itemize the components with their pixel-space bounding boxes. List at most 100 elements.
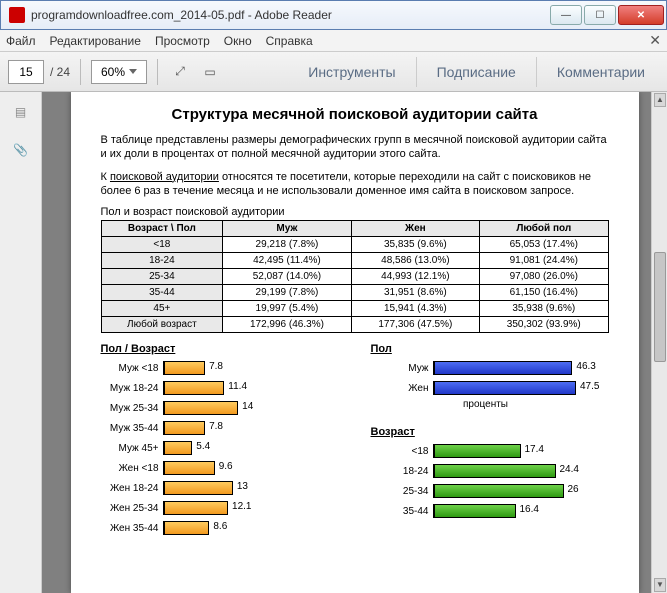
bar-row: Муж 45+ 5.4 [101, 439, 341, 457]
bar-fill [434, 484, 564, 498]
th-male: Муж [223, 221, 351, 237]
audience-table: Возраст \ Пол Муж Жен Любой пол <1829,21… [101, 220, 609, 333]
cell-any: 350,302 (93.9%) [480, 317, 608, 333]
reading-mode-icon[interactable]: ▭ [198, 60, 222, 84]
table-row: 35-4429,199 (7.8%)31,951 (8.6%)61,150 (1… [101, 285, 608, 301]
cell-male: 172,996 (46.3%) [223, 317, 351, 333]
thumbnails-icon[interactable]: ▤ [11, 102, 31, 122]
chart-age-title: Возраст [371, 426, 601, 438]
bar-fill [434, 464, 556, 478]
window-title: programdownloadfree.com_2014-05.pdf - Ad… [31, 8, 550, 22]
chart-age: Возраст <18 17.4 18-2424.4 25-34 26 35-44 16.4 [371, 426, 601, 520]
bar-value: 14 [242, 401, 253, 412]
bar-value: 26 [568, 484, 579, 495]
bar-label: Муж <18 [101, 363, 163, 374]
cell-age: 35-44 [101, 285, 223, 301]
bar-value: 17.4 [525, 444, 544, 455]
cell-female: 15,941 (4.3%) [351, 301, 479, 317]
cell-male: 42,495 (11.4%) [223, 253, 351, 269]
app-icon [9, 7, 25, 23]
bar-row: Жен 25-34 12.1 [101, 499, 341, 517]
bar-value: 7.8 [209, 361, 223, 372]
intro-paragraph-1: В таблице представлены размеры демографи… [101, 133, 609, 162]
bar-fill [164, 481, 233, 495]
attachments-icon[interactable]: 📎 [11, 140, 31, 160]
th-female: Жен [351, 221, 479, 237]
sign-panel-button[interactable]: Подписание [423, 58, 530, 86]
bar-label: Муж 18-24 [101, 383, 163, 394]
cell-female: 48,586 (13.0%) [351, 253, 479, 269]
bar-label: 25-34 [371, 486, 433, 497]
page-heading: Структура месячной поисковой аудитории с… [101, 106, 609, 123]
table-caption: Пол и возраст поисковой аудитории [101, 206, 609, 218]
menu-edit[interactable]: Редактирование [50, 34, 141, 48]
bar-label: 35-44 [371, 506, 433, 517]
bar-fill [164, 501, 229, 515]
menu-file[interactable]: Файл [6, 34, 36, 48]
bar-label: Жен [371, 383, 433, 394]
cell-female: 177,306 (47.5%) [351, 317, 479, 333]
bar-label: Муж 45+ [101, 443, 163, 454]
bar-fill [434, 361, 573, 375]
maximize-button[interactable]: ☐ [584, 5, 616, 25]
bar-value: 12.1 [232, 501, 251, 512]
menu-view[interactable]: Просмотр [155, 34, 210, 48]
page-number-input[interactable] [8, 60, 44, 84]
bar-row: <18 17.4 [371, 442, 601, 460]
scroll-down-icon[interactable]: ▼ [654, 578, 666, 592]
bar-fill [164, 421, 206, 435]
bar-fill [434, 444, 521, 458]
scroll-thumb[interactable] [654, 252, 666, 362]
cell-age: 45+ [101, 301, 223, 317]
mdi-close-icon[interactable]: ✕ [649, 32, 661, 49]
bar-row: Жен 47.5 [371, 379, 601, 397]
bar-value: 24.4 [560, 464, 579, 475]
fit-page-icon[interactable]: ⤢ [168, 60, 192, 84]
cell-female: 35,835 (9.6%) [351, 237, 479, 253]
bar-label: Жен 18-24 [101, 483, 163, 494]
cell-female: 44,993 (12.1%) [351, 269, 479, 285]
bar-label: Жен 25-34 [101, 503, 163, 514]
vertical-scrollbar[interactable]: ▲ ▼ [651, 92, 667, 593]
tools-panel-button[interactable]: Инструменты [294, 58, 409, 86]
bar-label: Жен 35-44 [101, 523, 163, 534]
menu-help[interactable]: Справка [266, 34, 313, 48]
bar-value: 5.4 [196, 441, 210, 452]
bar-value: 47.5 [580, 381, 599, 392]
cell-male: 52,087 (14.0%) [223, 269, 351, 285]
chart-sex: Пол Муж46.3Жен47.5 проценты [371, 343, 601, 410]
close-button[interactable]: ✕ [618, 5, 664, 25]
cell-age: <18 [101, 237, 223, 253]
chart-sex-age: Пол / Возраст Муж <187.8Муж 18-2411.4Муж… [101, 343, 341, 539]
bar-value: 16.4 [520, 504, 539, 515]
bar-row: 25-34 26 [371, 482, 601, 500]
bar-label: Жен <18 [101, 463, 163, 474]
th-any: Любой пол [480, 221, 608, 237]
document-viewer: Структура месячной поисковой аудитории с… [42, 92, 667, 593]
bar-fill [164, 441, 193, 455]
zoom-dropdown[interactable]: 60% [91, 60, 147, 84]
menu-window[interactable]: Окно [224, 34, 252, 48]
bar-row: 18-2424.4 [371, 462, 601, 480]
cell-male: 29,199 (7.8%) [223, 285, 351, 301]
window-titlebar: programdownloadfree.com_2014-05.pdf - Ad… [0, 0, 667, 30]
bar-label: <18 [371, 446, 433, 457]
bar-value: 13 [237, 481, 248, 492]
bar-row: Жен 18-24 13 [101, 479, 341, 497]
cell-age: Любой возраст [101, 317, 223, 333]
minimize-button[interactable]: — [550, 5, 582, 25]
chart-sex-axis: проценты [371, 399, 601, 410]
cell-any: 61,150 (16.4%) [480, 285, 608, 301]
bar-row: Муж 35-447.8 [101, 419, 341, 437]
scroll-up-icon[interactable]: ▲ [654, 93, 666, 107]
bar-fill [164, 401, 239, 415]
chevron-down-icon [129, 69, 137, 74]
cell-any: 35,938 (9.6%) [480, 301, 608, 317]
pdf-page: Структура месячной поисковой аудитории с… [71, 92, 639, 593]
table-row: 18-2442,495 (11.4%)48,586 (13.0%)91,081 … [101, 253, 608, 269]
table-row: 45+19,997 (5.4%)15,941 (4.3%)35,938 (9.6… [101, 301, 608, 317]
bar-row: Муж 18-2411.4 [101, 379, 341, 397]
comments-panel-button[interactable]: Комментарии [543, 58, 659, 86]
bar-row: Жен <189.6 [101, 459, 341, 477]
cell-male: 19,997 (5.4%) [223, 301, 351, 317]
